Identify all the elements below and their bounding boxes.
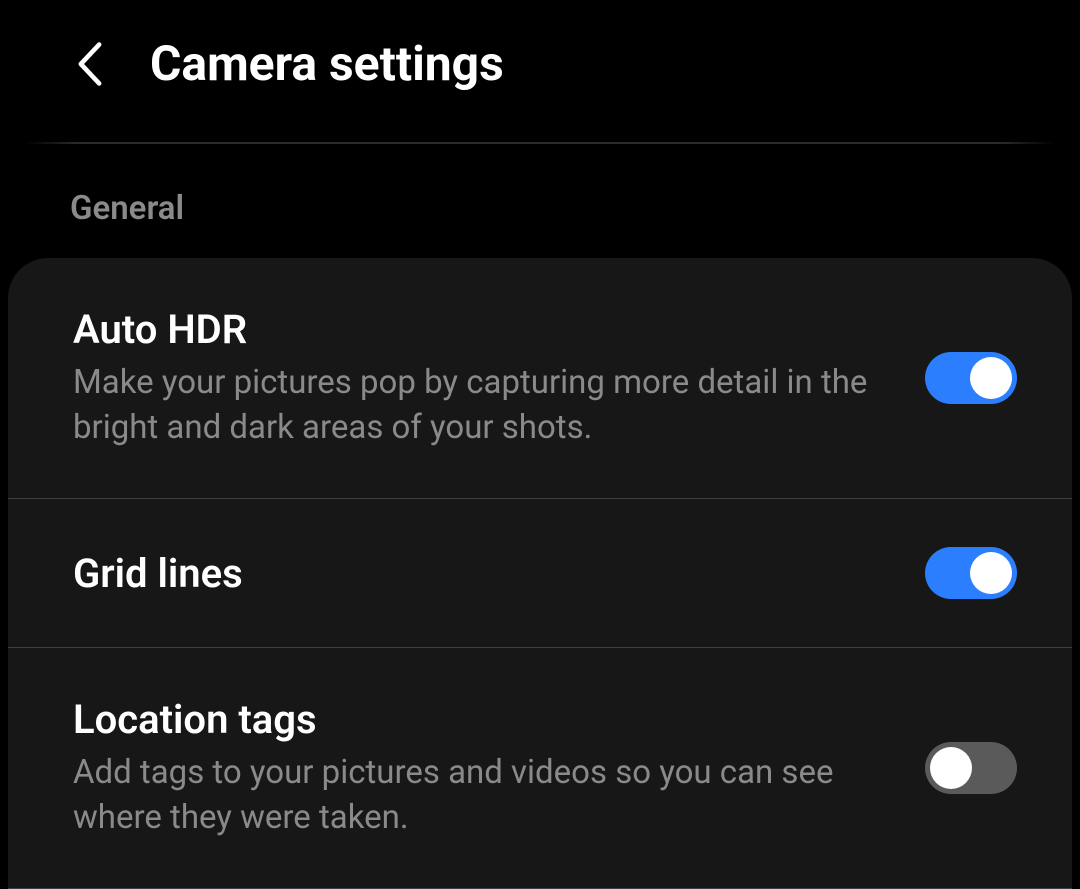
setting-location-tags[interactable]: Location tags Add tags to your pictures … [8, 648, 1072, 889]
setting-grid-lines[interactable]: Grid lines [8, 499, 1072, 648]
toggle-thumb-icon [970, 357, 1012, 399]
setting-text: Grid lines [73, 550, 925, 597]
settings-panel: Auto HDR Make your pictures pop by captu… [8, 258, 1072, 889]
toggle-auto-hdr[interactable] [925, 352, 1017, 404]
setting-description: Make your pictures pop by capturing more… [73, 361, 885, 450]
setting-description: Add tags to your pictures and videos so … [73, 751, 885, 840]
toggle-thumb-icon [970, 552, 1012, 594]
setting-title: Grid lines [73, 550, 885, 597]
header: Camera settings [0, 0, 1080, 142]
divider [25, 142, 1055, 144]
setting-auto-hdr[interactable]: Auto HDR Make your pictures pop by captu… [8, 258, 1072, 499]
toggle-thumb-icon [930, 747, 972, 789]
back-icon[interactable] [70, 44, 110, 84]
section-header: General [0, 189, 1080, 258]
page-title: Camera settings [150, 35, 504, 92]
setting-text: Location tags Add tags to your pictures … [73, 696, 925, 840]
toggle-location-tags[interactable] [925, 742, 1017, 794]
setting-title: Location tags [73, 696, 885, 743]
setting-title: Auto HDR [73, 306, 885, 353]
toggle-grid-lines[interactable] [925, 547, 1017, 599]
setting-text: Auto HDR Make your pictures pop by captu… [73, 306, 925, 450]
